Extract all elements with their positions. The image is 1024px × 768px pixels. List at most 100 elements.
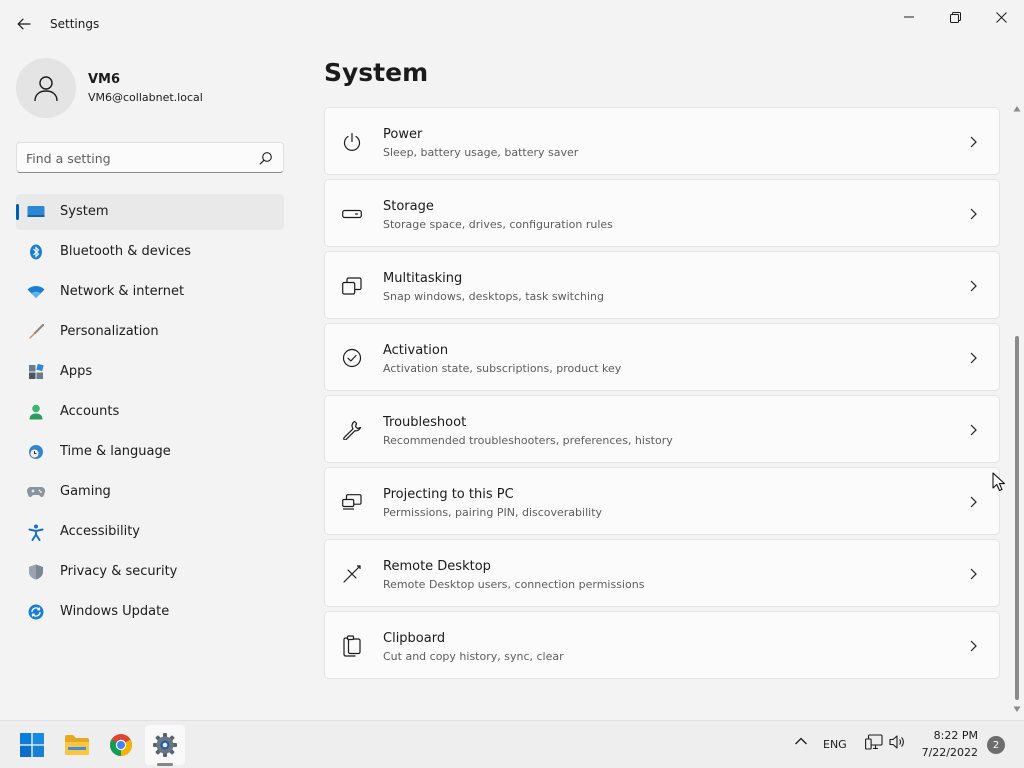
scroll-down-icon[interactable] [1013,704,1021,714]
volume-tray-button[interactable] [889,734,907,750]
settings-taskbar-button[interactable] [145,725,185,765]
sidebar-item-network[interactable]: Network & internet [16,274,284,310]
sync-icon [27,604,45,620]
chevron-right-icon [967,279,979,293]
card-subtitle: Permissions, pairing PIN, discoverabilit… [383,506,603,519]
clock-date: 7/22/2022 [921,746,978,759]
settings-card-remote-desktop[interactable]: Remote Desktop Remote Desktop users, con… [324,539,1000,607]
person-avatar-icon [34,76,58,102]
chevron-up-icon [795,737,807,745]
chrome-icon [110,734,132,756]
sidebar-item-accessibility[interactable]: Accessibility [16,514,284,550]
sidebar-item-label: Network & internet [60,284,185,299]
sidebar-nav: System Bluetooth & devices Network & int… [16,194,284,634]
settings-window: Settings VM6 VM6@collabnet.local Find a … [0,0,1024,720]
show-hidden-icons-button[interactable] [794,734,808,748]
search-icon[interactable] [259,151,273,165]
clock-time: 8:22 PM [933,729,978,742]
input-language[interactable]: ENG [823,738,847,751]
search-input[interactable] [26,149,246,167]
active-app-indicator [157,763,173,766]
restore-icon [949,11,961,23]
brush-icon [27,324,45,340]
monitor-icon [27,204,45,220]
settings-card-multitasking[interactable]: Multitasking Snap windows, desktops, tas… [324,251,1000,319]
chevron-right-icon [967,207,979,221]
sidebar-item-label: Privacy & security [60,564,178,579]
card-title: Projecting to this PC [383,487,514,502]
start-button[interactable] [12,725,52,765]
mouse-cursor-icon [992,472,1005,491]
sidebar-item-label: System [60,204,109,219]
user-email: VM6@collabnet.local [88,91,203,104]
notification-badge[interactable]: 2 [987,736,1005,754]
close-icon [995,11,1007,23]
chevron-right-icon [967,639,979,653]
gamepad-icon [27,484,45,500]
settings-card-projecting[interactable]: Projecting to this PC Permissions, pairi… [324,467,1000,535]
sidebar-item-label: Gaming [60,484,111,499]
network-monitor-icon [865,734,883,750]
card-title: Activation [383,343,449,358]
windows-logo-icon [20,733,44,757]
sidebar-item-personalization[interactable]: Personalization [16,314,284,350]
close-button[interactable] [978,4,1024,30]
volume-icon [889,735,904,749]
restore-button[interactable] [932,4,978,30]
card-title: Power [383,127,423,142]
settings-card-power[interactable]: Power Sleep, battery usage, battery save… [324,107,1000,175]
settings-card-clipboard[interactable]: Clipboard Cut and copy history, sync, cl… [324,611,1000,679]
remote-desktop-icon [341,563,363,585]
card-subtitle: Snap windows, desktops, task switching [383,290,605,303]
accessibility-icon [27,524,45,541]
scroll-up-icon[interactable] [1013,104,1021,114]
minimize-button[interactable] [886,4,932,30]
title-bar: Settings [0,0,1024,48]
person-icon [27,404,45,420]
settings-card-list: Power Sleep, battery usage, battery save… [324,107,1000,683]
sidebar-item-privacy-security[interactable]: Privacy & security [16,554,284,590]
apps-icon [27,364,45,380]
scroll-thumb[interactable] [1015,336,1019,700]
back-button[interactable] [10,12,38,36]
card-title: Multitasking [383,271,463,286]
sidebar-item-gaming[interactable]: Gaming [16,474,284,510]
sidebar-item-accounts[interactable]: Accounts [16,394,284,430]
settings-card-troubleshoot[interactable]: Troubleshoot Recommended troubleshooters… [324,395,1000,463]
sidebar-item-label: Accounts [60,404,120,419]
sidebar-item-time-language[interactable]: Time & language [16,434,284,470]
network-tray-button[interactable] [865,734,883,750]
chevron-right-icon [967,423,979,437]
file-explorer-button[interactable] [57,725,97,765]
sidebar-item-apps[interactable]: Apps [16,354,284,390]
sidebar-item-label: Windows Update [60,604,170,619]
chevron-right-icon [967,135,979,149]
multitask-icon [341,275,363,297]
settings-card-activation[interactable]: Activation Activation state, subscriptio… [324,323,1000,391]
chevron-right-icon [967,567,979,581]
minimize-icon [904,16,914,18]
clipboard-icon [341,635,363,657]
card-title: Storage [383,199,434,214]
sidebar-item-bluetooth[interactable]: Bluetooth & devices [16,234,284,270]
wrench-icon [341,419,363,441]
search-box[interactable] [16,142,284,173]
bluetooth-icon [27,244,45,260]
avatar [16,58,76,118]
user-name: VM6 [88,72,121,87]
card-subtitle: Sleep, battery usage, battery saver [383,146,579,159]
sidebar-item-label: Personalization [60,324,159,339]
projector-icon [341,491,363,513]
chrome-button[interactable] [101,725,141,765]
scrollbar[interactable] [1012,104,1022,718]
user-profile[interactable]: VM6 VM6@collabnet.local [16,58,286,118]
sidebar-item-label: Accessibility [60,524,140,539]
card-subtitle: Activation state, subscriptions, product… [383,362,622,375]
settings-card-storage[interactable]: Storage Storage space, drives, configura… [324,179,1000,247]
card-subtitle: Storage space, drives, configuration rul… [383,218,613,231]
card-title: Clipboard [383,631,446,646]
card-title: Remote Desktop [383,559,491,574]
sidebar-item-windows-update[interactable]: Windows Update [16,594,284,630]
chevron-right-icon [967,495,979,509]
sidebar-item-system[interactable]: System [16,194,284,230]
